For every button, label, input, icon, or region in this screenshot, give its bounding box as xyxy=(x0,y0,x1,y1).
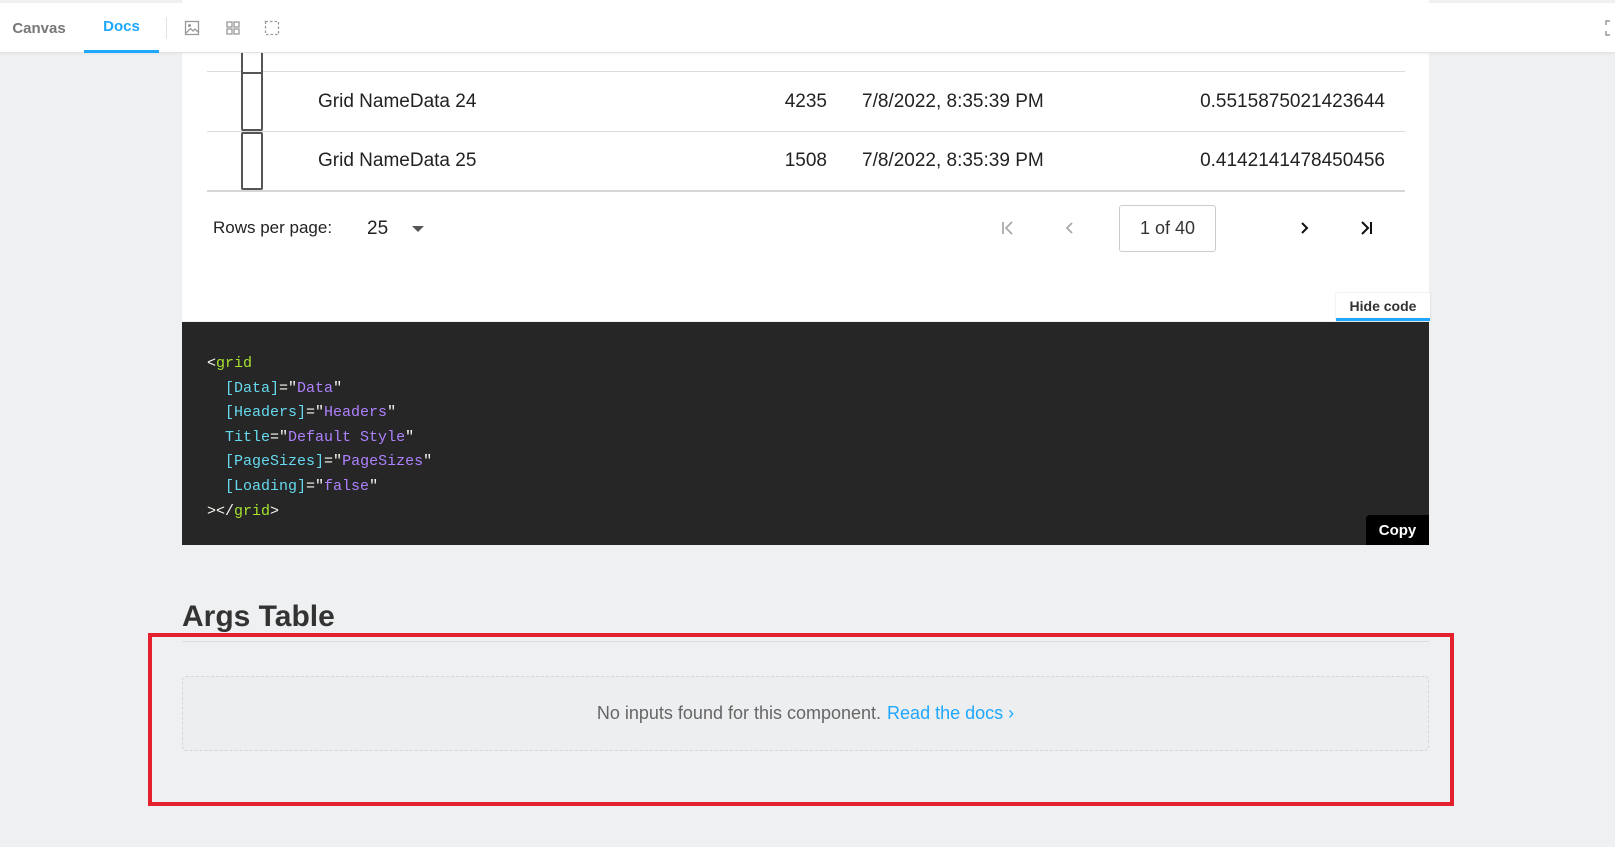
grid-icon[interactable] xyxy=(225,20,241,36)
hide-code-button[interactable]: Hide code xyxy=(1336,293,1430,321)
cell-date: 7/8/2022, 8:35:39 PM xyxy=(862,150,1044,171)
args-table-title: Args Table xyxy=(182,600,335,633)
outline-icon[interactable] xyxy=(264,20,280,36)
rows-per-page-value: 25 xyxy=(367,218,389,239)
first-page-button[interactable] xyxy=(992,212,1024,244)
read-the-docs-link[interactable]: Read the docs › xyxy=(887,703,1014,724)
args-table-empty-state: No inputs found for this component. Read… xyxy=(182,676,1429,751)
cell-date: 7/8/2022, 8:35:39 PM xyxy=(862,90,1044,112)
code-panel: <grid [Data]="Data" [Headers]="Headers" … xyxy=(182,322,1429,545)
cell-name: Grid NameData 24 xyxy=(318,90,477,112)
next-page-button[interactable] xyxy=(1288,212,1320,244)
image-icon[interactable] xyxy=(184,20,200,36)
tab-canvas[interactable]: Canvas xyxy=(0,3,78,53)
row-checkbox[interactable] xyxy=(241,132,263,190)
last-page-icon xyxy=(1361,221,1372,235)
fullscreen-icon[interactable] xyxy=(1605,20,1615,36)
page-indicator: 1 of 40 xyxy=(1119,205,1216,252)
copy-button[interactable]: Copy xyxy=(1366,515,1429,545)
toolbar: Canvas Docs xyxy=(0,3,1615,53)
rows-per-page-select[interactable]: 25 xyxy=(367,214,437,244)
last-page-button[interactable] xyxy=(1350,212,1382,244)
table-row: Grid NameData 24 4235 7/8/2022, 8:35:39 … xyxy=(207,72,1405,132)
cell-name: Grid NameData 25 xyxy=(318,150,477,171)
rows-per-page-label: Rows per page: xyxy=(213,218,333,237)
cell-value: 0.5515875021423644 xyxy=(1200,90,1385,112)
caret-down-icon xyxy=(412,226,424,232)
code-snippet: <grid [Data]="Data" [Headers]="Headers" … xyxy=(207,355,433,520)
cell-number: 1508 xyxy=(784,150,827,171)
cell-value: 0.4142141478450456 xyxy=(1200,150,1385,171)
table-row: Grid NameData 25 1508 7/8/2022, 8:35:39 … xyxy=(207,132,1405,192)
tab-docs[interactable]: Docs xyxy=(84,3,159,53)
chevron-right-icon xyxy=(1301,222,1309,234)
chevron-left-icon xyxy=(1065,222,1073,234)
cell-number: 4235 xyxy=(784,90,827,112)
row-checkbox[interactable] xyxy=(241,72,263,131)
empty-message: No inputs found for this component. xyxy=(596,703,882,723)
toolbar-divider xyxy=(166,17,167,39)
first-page-icon xyxy=(1002,221,1013,235)
prev-page-button[interactable] xyxy=(1054,212,1086,244)
pagination: Rows per page: 25 1 of 40 xyxy=(207,194,1405,284)
divider xyxy=(182,641,1429,642)
